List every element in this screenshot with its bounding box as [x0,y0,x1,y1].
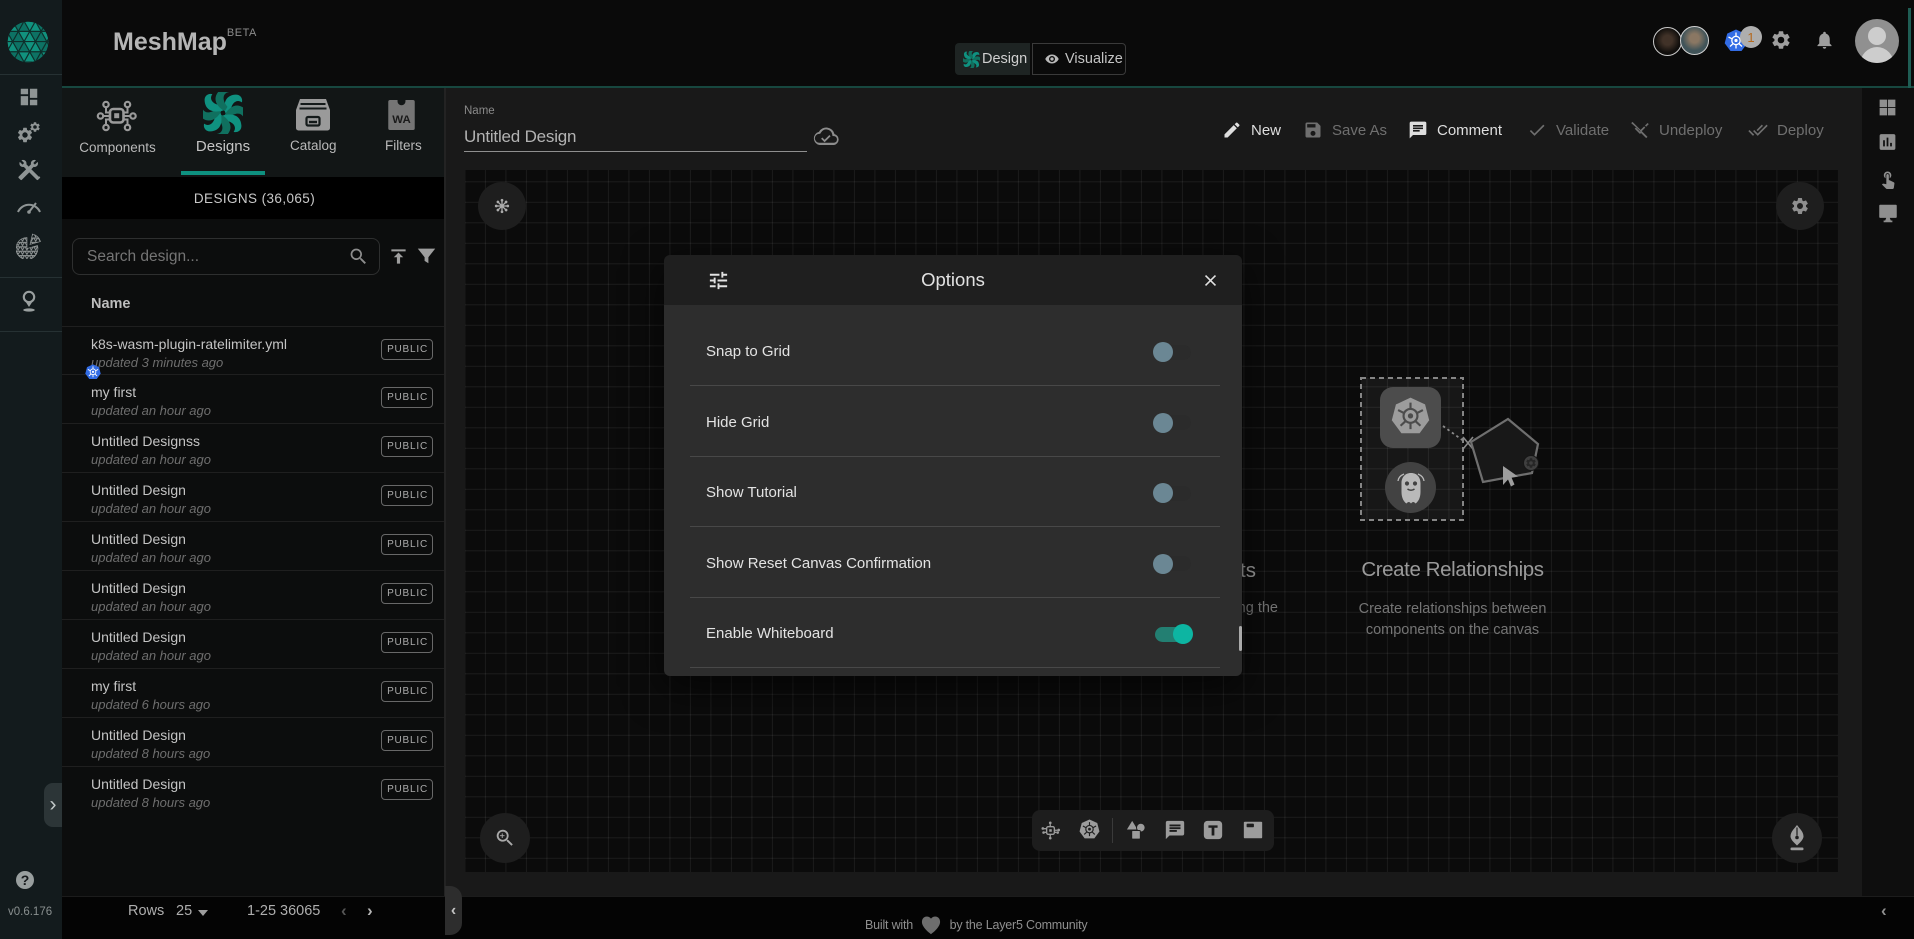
svg-text:WA: WA [392,114,410,126]
